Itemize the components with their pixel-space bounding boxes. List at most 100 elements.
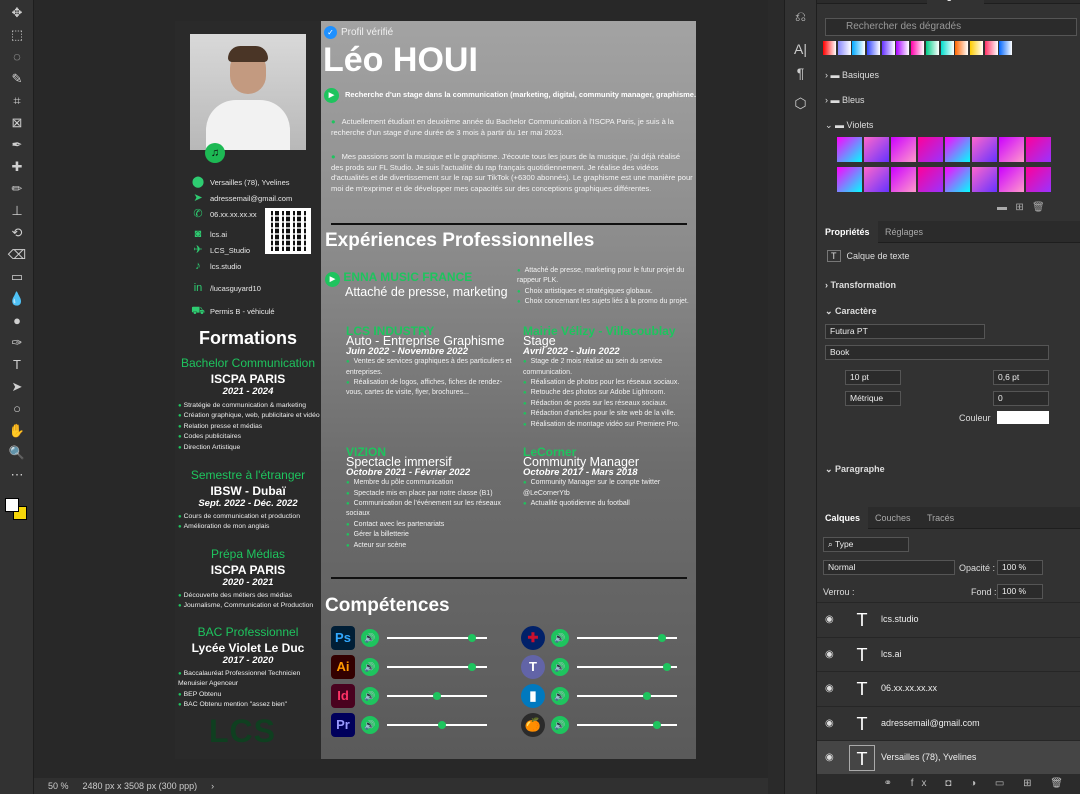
history-icon[interactable]: ⎌	[785, 8, 816, 25]
gradient-swatch[interactable]	[925, 41, 939, 55]
eraser-icon[interactable]: ⌫	[0, 244, 34, 266]
path-select-icon[interactable]: ➤	[0, 376, 34, 398]
font-style-select[interactable]: Book	[825, 345, 1049, 360]
gradient-icon[interactable]: ▭	[0, 266, 34, 288]
gradient-search-input[interactable]: Rechercher des dégradés	[825, 18, 1077, 36]
eye-icon[interactable]: ◉	[825, 683, 834, 694]
eye-icon[interactable]: ◉	[825, 649, 834, 660]
lasso-icon[interactable]: ◌	[0, 46, 34, 68]
tab-couches[interactable]: Couches	[867, 507, 919, 529]
dodge-icon[interactable]: ●	[0, 310, 34, 332]
zoom-level[interactable]: 50 %	[48, 781, 69, 791]
eye-icon[interactable]: ◉	[825, 614, 834, 625]
character-icon[interactable]: A|	[785, 41, 816, 57]
gradient-preset[interactable]	[891, 167, 916, 192]
brush-icon[interactable]: ✏	[0, 178, 34, 200]
gradient-swatch[interactable]	[984, 41, 998, 55]
kind-filter-select[interactable]: ⌕ Type	[823, 537, 909, 552]
blend-mode-select[interactable]: Normal	[823, 560, 955, 575]
tab-reglages[interactable]: Réglages	[877, 221, 931, 243]
violet-gradients[interactable]	[837, 137, 1055, 195]
canvas-area[interactable]: ♫ Formations Bachelor Communication ISCP…	[34, 0, 768, 778]
history-brush-icon[interactable]: ⟲	[0, 222, 34, 244]
tab-traces[interactable]: Tracés	[919, 507, 962, 529]
more-icon[interactable]: ⋯	[0, 464, 34, 486]
font-size-field[interactable]: 10 pt	[845, 370, 901, 385]
fill-field[interactable]: 100 %	[997, 584, 1043, 599]
group-violets[interactable]: ⌄ ▬ Violets	[825, 120, 873, 131]
pen-icon[interactable]: ✑	[0, 332, 34, 354]
gradient-swatch[interactable]	[823, 41, 836, 55]
hand-icon[interactable]: ✋	[0, 420, 34, 442]
gradient-swatch[interactable]	[867, 41, 881, 55]
layer-row[interactable]: ◉ T Versailles (78), Yvelines	[817, 740, 1080, 774]
eye-icon[interactable]: ◉	[825, 752, 834, 763]
tab-3[interactable]: Motifs	[982, 0, 1022, 4]
type-icon[interactable]: T	[0, 354, 34, 376]
shape-icon[interactable]: ○	[0, 398, 34, 420]
leading-field[interactable]: 0,6 pt	[993, 370, 1049, 385]
color-swatches[interactable]	[5, 498, 29, 522]
gradient-preset[interactable]	[918, 137, 943, 162]
layer-row[interactable]: ◉ Tlcs.ai	[817, 636, 1080, 671]
gradient-preset[interactable]	[972, 167, 997, 192]
crop-icon[interactable]: ⌗	[0, 90, 34, 112]
blur-icon[interactable]: 💧	[0, 288, 34, 310]
color-swatch[interactable]	[997, 411, 1049, 424]
gradient-swatch[interactable]	[896, 41, 910, 55]
tab-2[interactable]: Dégradés	[927, 0, 985, 4]
tab-proprietes[interactable]: Propriétés	[817, 221, 878, 243]
paragraphe-section[interactable]: ⌄ Paragraphe	[825, 464, 885, 475]
eye-icon[interactable]: ◉	[825, 718, 834, 729]
gradient-preset[interactable]	[999, 167, 1024, 192]
tracking-field[interactable]: 0	[993, 391, 1049, 406]
layers-bottom-bar[interactable]: ⚭ fx ◘ ◑ ▭ ⊞ 🗑	[817, 774, 1080, 794]
tab-0[interactable]: Couleur	[817, 0, 865, 4]
healing-icon[interactable]: ✚	[0, 156, 34, 178]
gradient-preset[interactable]	[864, 137, 889, 162]
recent-gradients[interactable]	[823, 41, 1059, 57]
gradient-preset[interactable]	[999, 137, 1024, 162]
gradient-swatch[interactable]	[881, 41, 895, 55]
gradient-preset[interactable]	[891, 137, 916, 162]
font-family-select[interactable]: Futura PT	[825, 324, 985, 339]
caractere-section[interactable]: ⌄ Caractère	[825, 306, 877, 317]
tab-1[interactable]: Nuancier	[872, 0, 924, 4]
group-bleus[interactable]: › ▬ Bleus	[825, 95, 865, 105]
tab-calques[interactable]: Calques	[817, 507, 869, 529]
layer-row[interactable]: ◉ Tlcs.studio	[817, 602, 1080, 636]
gradient-swatch[interactable]	[999, 41, 1013, 55]
paragraph-icon[interactable]: ¶	[785, 65, 816, 81]
gradient-preset[interactable]	[837, 167, 862, 192]
quick-select-icon[interactable]: ✎	[0, 68, 34, 90]
gradient-preset[interactable]	[837, 137, 862, 162]
cv-document[interactable]: ♫ Formations Bachelor Communication ISCP…	[175, 21, 696, 759]
gradient-preset[interactable]	[864, 167, 889, 192]
stamp-icon[interactable]: ⊥	[0, 200, 34, 222]
gradient-preset[interactable]	[945, 167, 970, 192]
zoom-icon[interactable]: 🔍	[0, 442, 34, 464]
eyedropper-icon[interactable]: ✒	[0, 134, 34, 156]
group-basiques[interactable]: › ▬ Basiques	[825, 70, 879, 80]
gradient-swatch[interactable]	[940, 41, 954, 55]
layer-row[interactable]: ◉ T 06.xx.xx.xx.xx	[817, 671, 1080, 705]
move-icon[interactable]: ✥	[0, 2, 34, 24]
gradient-panel-actions[interactable]: ▬ ⊞ 🗑	[997, 202, 1045, 213]
gradient-preset[interactable]	[1026, 137, 1051, 162]
gradient-preset[interactable]	[918, 167, 943, 192]
gradient-swatch[interactable]	[837, 41, 851, 55]
layer-row[interactable]: ◉ Tadressemail@gmail.com	[817, 705, 1080, 740]
transformation-section[interactable]: › Transformation	[825, 280, 896, 290]
gradient-preset[interactable]	[945, 137, 970, 162]
gradient-swatch[interactable]	[852, 41, 866, 55]
opacity-field[interactable]: 100 %	[997, 560, 1043, 575]
gradient-swatch[interactable]	[955, 41, 969, 55]
gradient-swatch[interactable]	[969, 41, 983, 55]
frame-icon[interactable]: ⊠	[0, 112, 34, 134]
gradient-swatch[interactable]	[911, 41, 925, 55]
3d-icon[interactable]: ⬡	[785, 95, 816, 112]
kerning-field[interactable]: Métrique	[845, 391, 901, 406]
marquee-icon[interactable]: ⬚	[0, 24, 34, 46]
gradient-preset[interactable]	[1026, 167, 1051, 192]
gradient-preset[interactable]	[972, 137, 997, 162]
